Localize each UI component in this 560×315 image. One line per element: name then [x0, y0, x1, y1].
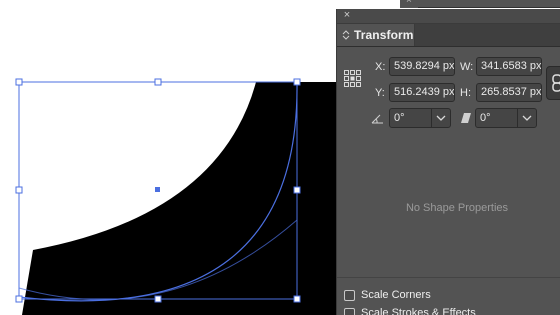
divider	[337, 277, 560, 278]
arc-shape[interactable]	[22, 82, 338, 315]
app-window: × × Transform X: 539.8294 px W: 341.6583…	[0, 0, 560, 315]
height-input[interactable]: 265.8537 px	[476, 83, 542, 102]
handle-middle-right[interactable]	[293, 186, 301, 194]
close-icon[interactable]: ×	[342, 10, 352, 21]
scale-corners-checkbox[interactable]	[344, 289, 355, 301]
shear-value: 0°	[480, 112, 491, 124]
width-input[interactable]: 341.6583 px	[476, 57, 542, 76]
rotate-value: 0°	[394, 112, 405, 124]
scale-strokes-label: Scale Strokes & Effects	[361, 307, 476, 315]
handle-top-right[interactable]	[293, 78, 301, 86]
constrain-proportions-button[interactable]	[546, 66, 560, 100]
close-icon[interactable]: ×	[406, 0, 412, 6]
reference-point-icon[interactable]	[344, 70, 361, 87]
transform-panel: × Transform X: 539.8294 px W: 341.6583 p…	[336, 9, 560, 315]
h-label: H:	[460, 87, 471, 99]
y-input[interactable]: 516.2439 px	[389, 83, 455, 102]
rotate-select[interactable]: 0°	[389, 108, 451, 128]
handle-bottom-left[interactable]	[15, 295, 23, 303]
scale-strokes-option[interactable]: Scale Strokes & Effects	[344, 306, 476, 315]
handle-top-left[interactable]	[15, 78, 23, 86]
rotate-angle-icon	[371, 114, 383, 124]
panel-header-bar[interactable]: ×	[337, 9, 560, 24]
shear-select[interactable]: 0°	[475, 108, 537, 128]
link-icon	[552, 74, 560, 92]
panel-tab-bar: Transform	[337, 24, 560, 47]
handle-bottom-center[interactable]	[154, 295, 162, 303]
secondary-panel-strip: ×	[400, 0, 560, 8]
center-point	[155, 187, 160, 192]
scale-corners-label: Scale Corners	[361, 289, 431, 301]
scale-corners-option[interactable]: Scale Corners	[344, 288, 431, 302]
tab-transform[interactable]: Transform	[337, 24, 415, 46]
chevron-down-icon[interactable]	[431, 109, 450, 127]
shear-icon	[461, 113, 471, 123]
x-input[interactable]: 539.8294 px	[389, 57, 455, 76]
tab-label: Transform	[354, 28, 414, 42]
w-label: W:	[460, 61, 474, 73]
collapse-toggle-icon[interactable]	[342, 29, 350, 41]
handle-top-center[interactable]	[154, 78, 162, 86]
x-label: X:	[375, 61, 386, 73]
chevron-down-icon[interactable]	[517, 109, 536, 127]
scale-strokes-checkbox[interactable]	[344, 307, 355, 315]
divider	[418, 7, 560, 8]
no-shape-properties-text: No Shape Properties	[405, 202, 509, 214]
y-label: Y:	[375, 87, 385, 99]
handle-bottom-right[interactable]	[293, 295, 301, 303]
handle-middle-left[interactable]	[15, 186, 23, 194]
